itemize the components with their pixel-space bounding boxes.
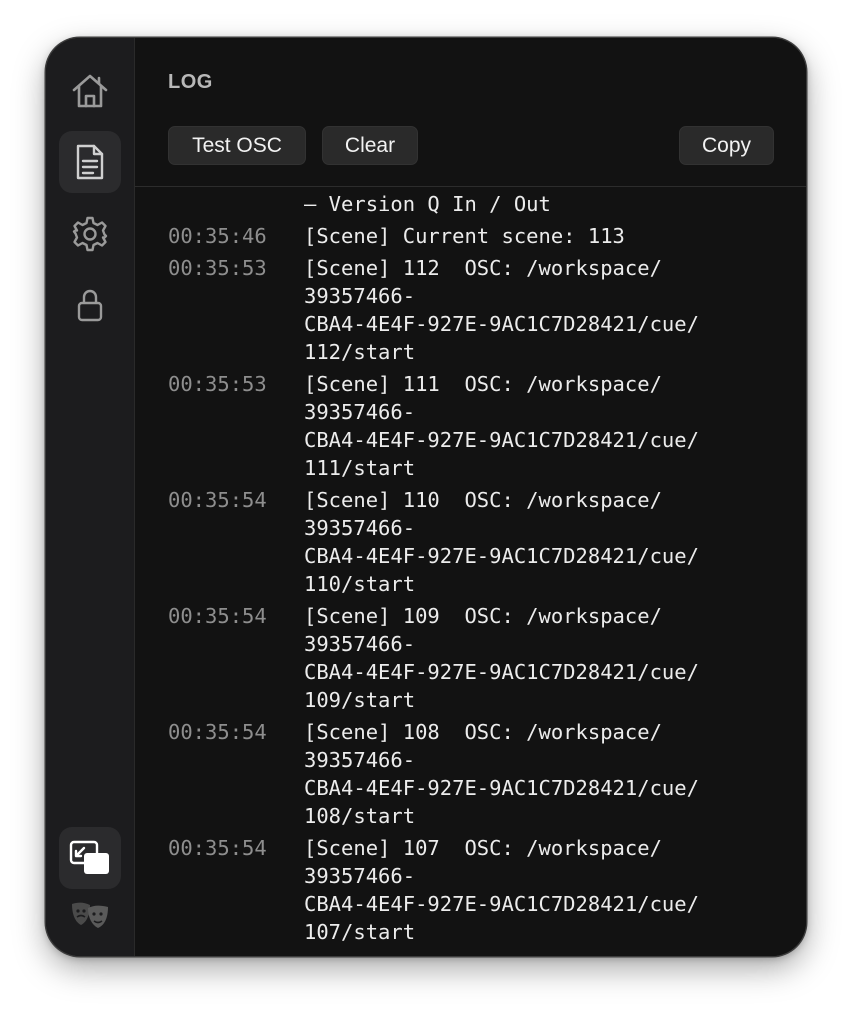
sidebar-item-settings[interactable] (59, 203, 121, 265)
log-entry: 00:35:54 [Scene] 108 OSC: /workspace/3935… (168, 718, 786, 830)
log-entry: 00:35:46 [Scene] Current scene: 113 (168, 222, 786, 250)
log-timestamp (168, 190, 304, 218)
copy-button[interactable]: Copy (679, 126, 774, 165)
sidebar-item-theater[interactable] (59, 888, 121, 944)
test-osc-button[interactable]: Test OSC (168, 126, 306, 165)
log-message-line: CBA4-4E4F-927E-9AC1C7D28421/cue/ (304, 776, 699, 800)
log-timestamp: 00:35:54 (168, 720, 267, 744)
log-message-line: CBA4-4E4F-927E-9AC1C7D28421/cue/ (304, 892, 699, 916)
log-message-line: [Scene] Current scene: 113 (304, 224, 625, 248)
log-timestamp: 00:35:53 (168, 256, 267, 280)
log-message: [Scene] 109 OSC: /workspace/39357466- CBA… (304, 602, 786, 714)
log-message-line: 39357466- (304, 632, 416, 656)
log-message-line: CBA4-4E4F-927E-9AC1C7D28421/cue/ (304, 544, 699, 568)
clear-button[interactable]: Clear (322, 126, 418, 165)
log-message-line: [Scene] 111 OSC: /workspace/ (304, 372, 662, 396)
log-message-line: 111/start (304, 456, 416, 480)
log-timestamp: 00:35:54 (168, 604, 267, 628)
log-timestamp: 00:35:46 (168, 224, 267, 248)
log-message: — Version Q In / Out (304, 192, 551, 216)
log-message-line: [Scene] 108 OSC: /workspace/ (304, 720, 662, 744)
sidebar-item-log[interactable] (59, 131, 121, 193)
log-entry: 00:35:54 [Scene] 109 OSC: /workspace/3935… (168, 602, 786, 714)
home-icon (70, 71, 110, 111)
sidebar-item-home[interactable] (59, 60, 121, 122)
log-message-line: 109/start (304, 688, 416, 712)
log-entry: 00:35:54 [Scene] 110 OSC: /workspace/3935… (168, 486, 786, 598)
log-message-line: 39357466- (304, 284, 416, 308)
lock-icon (75, 287, 105, 323)
log-timestamp: 00:35:54 (168, 488, 267, 512)
log-message: [Scene] 110 OSC: /workspace/39357466- CBA… (304, 486, 786, 598)
log-message-line: [Scene] 109 OSC: /workspace/ (304, 604, 662, 628)
log-message: [Scene] 112 OSC: /workspace/39357466- CBA… (304, 254, 786, 366)
log-message-line: [Scene] 107 OSC: /workspace/ (304, 836, 662, 860)
log-timestamp: 00:35:53 (168, 372, 267, 396)
log-message-line: 112/start (304, 340, 416, 364)
log-message-line: 39357466- (304, 748, 416, 772)
sidebar-item-lock[interactable] (59, 274, 121, 336)
log-message: [Scene] 111 OSC: /workspace/39357466- CBA… (304, 370, 786, 482)
log-message-line: 110/start (304, 572, 416, 596)
log-message-line: [Scene] 110 OSC: /workspace/ (304, 488, 662, 512)
log-message: [Scene] 107 OSC: /workspace/39357466- CBA… (304, 834, 786, 946)
log-message-line: CBA4-4E4F-927E-9AC1C7D28421/cue/ (304, 312, 699, 336)
window-overlay-icon (69, 840, 111, 876)
log-list[interactable]: — Version Q In / Out 00:35:46 [Scene] Cur… (135, 187, 806, 956)
log-message-line: 39357466- (304, 400, 416, 424)
log-entry: 00:35:53 [Scene] 111 OSC: /workspace/3935… (168, 370, 786, 482)
document-icon (73, 143, 107, 181)
log-message: [Scene] Current scene: 113 (304, 222, 786, 250)
log-message-line: CBA4-4E4F-927E-9AC1C7D28421/cue/ (304, 660, 699, 684)
log-message-line: 108/start (304, 804, 416, 828)
log-message: [Scene] 108 OSC: /workspace/39357466- CBA… (304, 718, 786, 830)
gear-icon (71, 215, 109, 253)
log-entry: 00:35:53 [Scene] 112 OSC: /workspace/3935… (168, 254, 786, 366)
log-message-line: CBA4-4E4F-927E-9AC1C7D28421/cue/ (304, 428, 699, 452)
log-message-line: 39357466- (304, 864, 416, 888)
page-title: LOG (168, 71, 213, 93)
app-window: LOG Test OSC Clear Copy — Version Q In /… (46, 38, 806, 956)
log-entry-continuation: — Version Q In / Out (168, 190, 786, 218)
sidebar-item-window-overlay[interactable] (59, 827, 121, 889)
log-message-line: [Scene] 112 OSC: /workspace/ (304, 256, 662, 280)
log-entry: 00:35:54 [Scene] 107 OSC: /workspace/3935… (168, 834, 786, 946)
sidebar (46, 38, 135, 956)
theater-masks-icon (70, 900, 110, 932)
log-timestamp: 00:35:54 (168, 836, 267, 860)
log-message-line: 39357466- (304, 516, 416, 540)
log-panel: LOG Test OSC Clear Copy — Version Q In /… (135, 38, 806, 956)
log-message-line: 107/start (304, 920, 416, 944)
